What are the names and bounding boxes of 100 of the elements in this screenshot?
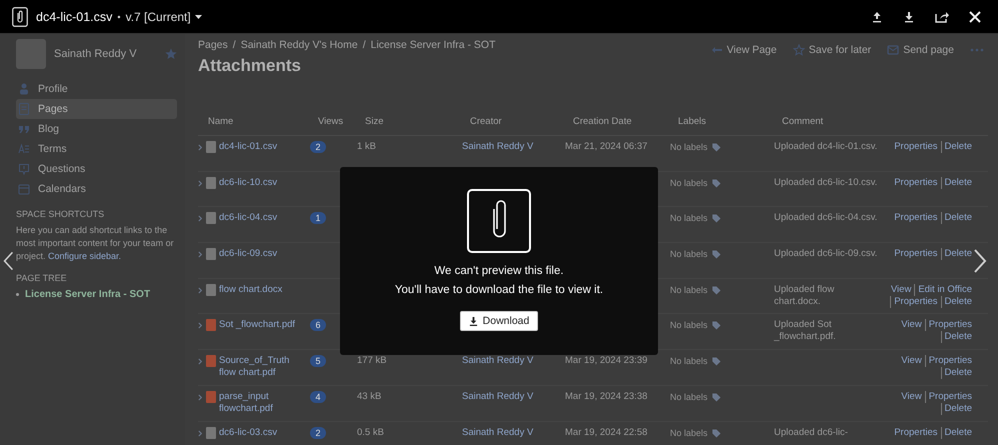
user-name[interactable]: Sainath Reddy V (54, 48, 165, 60)
file-link[interactable]: dc6-lic-04.csv (219, 212, 278, 224)
tag-icon[interactable] (712, 357, 721, 366)
file-link[interactable]: Source_of_Truth flow chart.pdf (219, 355, 304, 380)
tag-icon[interactable] (712, 250, 721, 260)
chevron-icon[interactable] (198, 286, 203, 294)
view-count: 2 (310, 426, 326, 438)
sidebar-item[interactable]: Calendars (16, 179, 177, 199)
tag-icon[interactable] (712, 143, 721, 152)
sidebar-item[interactable]: Questions (16, 159, 177, 179)
chevron-icon[interactable] (198, 251, 203, 258)
size-cell: 43 kB (357, 390, 382, 402)
row-action-link[interactable]: Properties (891, 141, 941, 153)
file-link[interactable]: Sot _flowchart.pdf (219, 319, 296, 332)
star-icon[interactable] (165, 48, 177, 60)
breadcrumb-link[interactable]: License Server Infra - SOT (370, 39, 496, 51)
sidebar-item[interactable]: Pages (16, 99, 177, 119)
version-dropdown[interactable]: v.7 [Current] (126, 10, 202, 24)
row-action-link[interactable]: Delete (940, 331, 975, 344)
row-action-link[interactable]: Properties (924, 319, 975, 332)
sidebar-item[interactable]: Terms (16, 139, 177, 159)
file-link[interactable]: dc6-lic-10.csv (219, 176, 278, 189)
column-header: Comment (781, 116, 824, 129)
download-button[interactable]: Download (460, 311, 538, 331)
quote-icon (18, 123, 30, 135)
chevron-icon[interactable] (198, 180, 203, 187)
question-icon (18, 163, 30, 175)
page-action-button[interactable]: View Page (710, 44, 777, 56)
row-action-link[interactable]: Properties (924, 355, 975, 368)
upload-icon[interactable] (871, 10, 883, 22)
sidebar-item[interactable]: Profile (16, 79, 177, 99)
page-action-button[interactable]: Save for later (792, 44, 872, 56)
labels-cell: No labels (670, 426, 708, 438)
row-action-link[interactable]: Properties (891, 212, 941, 224)
row-action-link[interactable]: Properties (891, 248, 941, 260)
creator-link[interactable]: Sainath Reddy V (462, 426, 534, 438)
chevron-icon[interactable] (198, 322, 203, 330)
download-icon[interactable] (903, 10, 915, 22)
date-cell: Mar 19, 2024 23:38 (565, 390, 648, 402)
labels-cell: No labels (670, 141, 708, 153)
row-action-link[interactable]: Properties (891, 176, 941, 189)
comment-cell: Uploaded dc4-lic-01.csv. (774, 141, 878, 152)
tree-item[interactable]: License Server Infra - SOT (25, 289, 150, 300)
file-icon (206, 176, 216, 189)
chevron-icon[interactable] (198, 430, 203, 436)
creator-link[interactable]: Sainath Reddy V (462, 355, 534, 366)
tag-icon[interactable] (712, 214, 721, 224)
column-header: Name (207, 116, 234, 129)
view-count: 5 (310, 355, 326, 368)
tag-icon[interactable] (712, 178, 721, 188)
row-action-link[interactable]: View (898, 319, 925, 332)
row-action-link[interactable]: Edit in Office (914, 284, 975, 296)
row-action-link[interactable]: Delete (940, 212, 975, 224)
row-action-link[interactable]: Properties (891, 426, 941, 438)
tag-icon[interactable] (712, 392, 721, 402)
row-action-link[interactable]: Delete (940, 248, 975, 260)
tag-icon[interactable] (712, 321, 721, 330)
breadcrumb-link[interactable]: Pages (198, 39, 228, 51)
file-icon (206, 426, 216, 438)
configure-link[interactable]: Configure sidebar. (48, 251, 122, 261)
tag-icon[interactable] (712, 428, 721, 438)
sidebar-item[interactable]: Blog (16, 119, 177, 139)
row-action-link[interactable]: Delete (940, 141, 975, 153)
page-action-button[interactable]: Send page (887, 44, 954, 56)
chevron-icon[interactable] (198, 144, 203, 151)
comment-cell: Uploaded Sot _flowchart.pdf. (774, 319, 836, 342)
row-action-link[interactable]: View (898, 390, 925, 403)
breadcrumb-link[interactable]: Sainath Reddy V's Home (240, 39, 358, 51)
creator-link[interactable]: Sainath Reddy V (462, 390, 534, 402)
page-title: Attachments (198, 56, 302, 76)
section-heading: PAGE TREE (16, 273, 68, 283)
row-action-link[interactable]: View (888, 284, 914, 296)
column-header: Labels (677, 116, 707, 129)
file-link[interactable]: dc4-lic-01.csv (219, 141, 278, 153)
more-icon[interactable] (970, 48, 984, 52)
creator-link[interactable]: Sainath Reddy V (462, 141, 534, 152)
chevron-icon[interactable] (198, 358, 203, 366)
file-link[interactable]: flow chart.docx (219, 284, 282, 296)
glossary-icon (18, 143, 30, 155)
row-action-link[interactable]: Delete (940, 296, 975, 308)
tag-icon[interactable] (712, 286, 721, 295)
chevron-icon[interactable] (198, 215, 203, 222)
close-icon[interactable] (969, 10, 981, 22)
file-link[interactable]: parse_input flowchart.pdf (219, 390, 304, 415)
row-action-link[interactable]: Delete (940, 367, 975, 380)
chevron-icon[interactable] (198, 394, 203, 401)
row-action-link[interactable]: Properties (924, 390, 975, 403)
row-action-link[interactable]: View (898, 355, 925, 368)
paperclip-icon (467, 189, 531, 253)
person-icon (18, 83, 30, 95)
file-link[interactable]: dc6-lic-09.csv (219, 248, 278, 260)
file-link[interactable]: dc6-lic-03.csv (219, 426, 278, 438)
size-cell: 0.5 kB (357, 426, 384, 438)
row-action-link[interactable]: Delete (940, 402, 975, 415)
view-count: 6 (310, 319, 326, 332)
row-action-link[interactable]: Delete (940, 426, 975, 438)
share-icon[interactable] (935, 10, 949, 22)
row-action-link[interactable]: Properties (890, 296, 941, 308)
row-action-link[interactable]: Delete (940, 176, 975, 189)
breadcrumb-separator: / (232, 39, 236, 51)
